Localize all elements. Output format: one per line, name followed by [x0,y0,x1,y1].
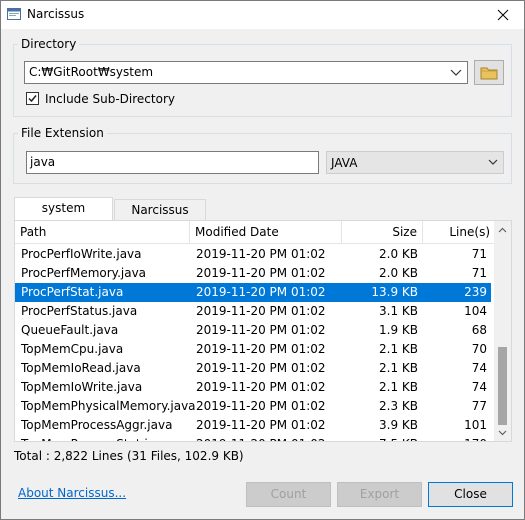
directory-legend: Directory [21,37,77,51]
cell-path: TopMemIoRead.java [21,361,141,375]
extension-type-value: JAVA [331,156,358,170]
chevron-down-icon [488,159,498,165]
column-header-lines[interactable]: Line(s) [423,221,496,244]
scroll-down-arrow-icon[interactable] [498,428,507,437]
include-subdir-label[interactable]: Include Sub-Directory [45,92,175,106]
table-row[interactable]: TopMemProcessStat.java 2019-11-20 PM 01:0… [15,435,491,441]
column-header-path[interactable]: Path [15,221,190,244]
extension-type-select[interactable]: JAVA [326,151,504,174]
cell-size: 2.1 KB [379,342,418,356]
cell-modified-date: 2019-11-20 PM 01:02 [196,380,326,394]
cell-path: ProcPerfStat.java [21,285,124,299]
directory-path-value: C:₩GitRoot₩system [29,65,154,79]
chevron-down-icon [450,69,462,76]
tab-narcissus-label: Narcissus [131,203,189,217]
directory-path-combo[interactable]: C:₩GitRoot₩system [24,61,468,84]
scroll-up-arrow-icon[interactable] [498,226,507,235]
cell-path: TopMemProcessStat.java [21,437,170,441]
count-button-label: Count [270,487,307,501]
file-list-table[interactable]: Path Modified Date Size Line(s) ProcPerf… [14,220,512,442]
cell-size: 2.1 KB [379,380,418,394]
cell-modified-date: 2019-11-20 PM 01:02 [196,247,326,261]
cell-size: 2.0 KB [379,247,418,261]
close-icon [497,9,509,21]
cell-size: 7.5 KB [379,437,418,441]
cell-lines: 68 [471,323,487,337]
scrollbar-thumb[interactable] [498,347,507,425]
cell-lines: 71 [471,266,487,280]
cell-lines: 104 [464,304,487,318]
table-row[interactable]: TopMemIoWrite.java 2019-11-20 PM 01:02 2.1… [15,378,491,397]
table-row[interactable]: ProcPerfMemory.java 2019-11-20 PM 01:02 2.… [15,264,491,283]
table-row[interactable]: TopMemProcessAggr.java 2019-11-20 PM 01:0… [15,416,491,435]
file-extension-legend: File Extension [21,126,104,140]
extension-input[interactable]: java [26,151,319,174]
app-window: Narcissus Directory C:₩GitRoot₩system In… [0,0,525,520]
cell-modified-date: 2019-11-20 PM 01:02 [196,399,326,413]
table-row[interactable]: ProcPerfStatus.java 2019-11-20 PM 01:02 3.… [15,302,491,321]
cell-size: 2.1 KB [379,361,418,375]
cell-path: TopMemCpu.java [21,342,124,356]
close-button[interactable]: Close [428,482,513,507]
extension-input-value: java [30,155,56,169]
folder-icon [480,67,498,80]
table-row[interactable]: QueueFault.java 2019-11-20 PM 01:02 1.9 KB… [15,321,491,340]
cell-lines: 77 [471,399,487,413]
tab-system[interactable]: system [14,197,113,221]
cell-size: 13.9 KB [371,285,418,299]
cell-modified-date: 2019-11-20 PM 01:02 [196,323,326,337]
count-button[interactable]: Count [246,482,331,507]
cell-path: ProcPerfMemory.java [21,266,147,280]
window-title: Narcissus [27,7,85,21]
cell-path: ProcPerfIoWrite.java [21,247,142,261]
cell-lines: 74 [471,361,487,375]
cell-modified-date: 2019-11-20 PM 01:02 [196,285,326,299]
close-button-label: Close [454,487,487,501]
cell-size: 2.3 KB [379,399,418,413]
cell-lines: 170 [464,437,487,441]
column-header-modified[interactable]: Modified Date [190,221,342,244]
cell-size: 2.0 KB [379,266,418,280]
cell-modified-date: 2019-11-20 PM 01:02 [196,266,326,280]
table-row[interactable]: TopMemIoRead.java 2019-11-20 PM 01:02 2.1 … [15,359,491,378]
vertical-scrollbar[interactable] [494,221,511,441]
cell-lines: 74 [471,380,487,394]
table-header: Path Modified Date Size Line(s) [15,221,496,244]
cell-lines: 101 [464,418,487,432]
cell-size: 1.9 KB [379,323,418,337]
cell-modified-date: 2019-11-20 PM 01:02 [196,342,326,356]
table-row[interactable]: ProcPerfStat.java 2019-11-20 PM 01:02 13.9… [15,283,491,302]
about-link[interactable]: About Narcissus... [18,486,126,500]
check-icon [28,95,37,103]
cell-path: QueueFault.java [21,323,119,337]
export-button[interactable]: Export [337,482,422,507]
table-row[interactable]: TopMemCpu.java 2019-11-20 PM 01:02 2.1 KB 7… [15,340,491,359]
tab-narcissus[interactable]: Narcissus [114,199,206,221]
cell-modified-date: 2019-11-20 PM 01:02 [196,304,326,318]
cell-modified-date: 2019-11-20 PM 01:02 [196,361,326,375]
cell-lines: 71 [471,247,487,261]
cell-modified-date: 2019-11-20 PM 01:02 [196,437,326,441]
cell-size: 3.1 KB [379,304,418,318]
cell-lines: 239 [464,285,487,299]
cell-lines: 70 [471,342,487,356]
cell-path: TopMemIoWrite.java [21,380,143,394]
include-subdir-checkbox[interactable] [26,92,39,105]
cell-path: ProcPerfStatus.java [21,304,138,318]
table-row[interactable]: TopMemPhysicalMemory.java 2019-11-20 PM 0… [15,397,491,416]
cell-modified-date: 2019-11-20 PM 01:02 [196,418,326,432]
cell-path: TopMemProcessAggr.java [21,418,173,432]
title-bar: Narcissus [1,1,524,29]
export-button-label: Export [359,487,400,501]
close-window-button[interactable] [488,3,518,27]
cell-size: 3.9 KB [379,418,418,432]
column-header-size[interactable]: Size [342,221,423,244]
total-summary: Total : 2,822 Lines (31 Files, 102.9 KB) [14,449,244,463]
browse-folder-button[interactable] [474,60,504,85]
app-icon [7,8,21,20]
cell-path: TopMemPhysicalMemory.java [21,399,196,413]
tab-system-label: system [41,201,86,215]
table-row[interactable]: ProcPerfIoWrite.java 2019-11-20 PM 01:02 2… [15,245,491,264]
